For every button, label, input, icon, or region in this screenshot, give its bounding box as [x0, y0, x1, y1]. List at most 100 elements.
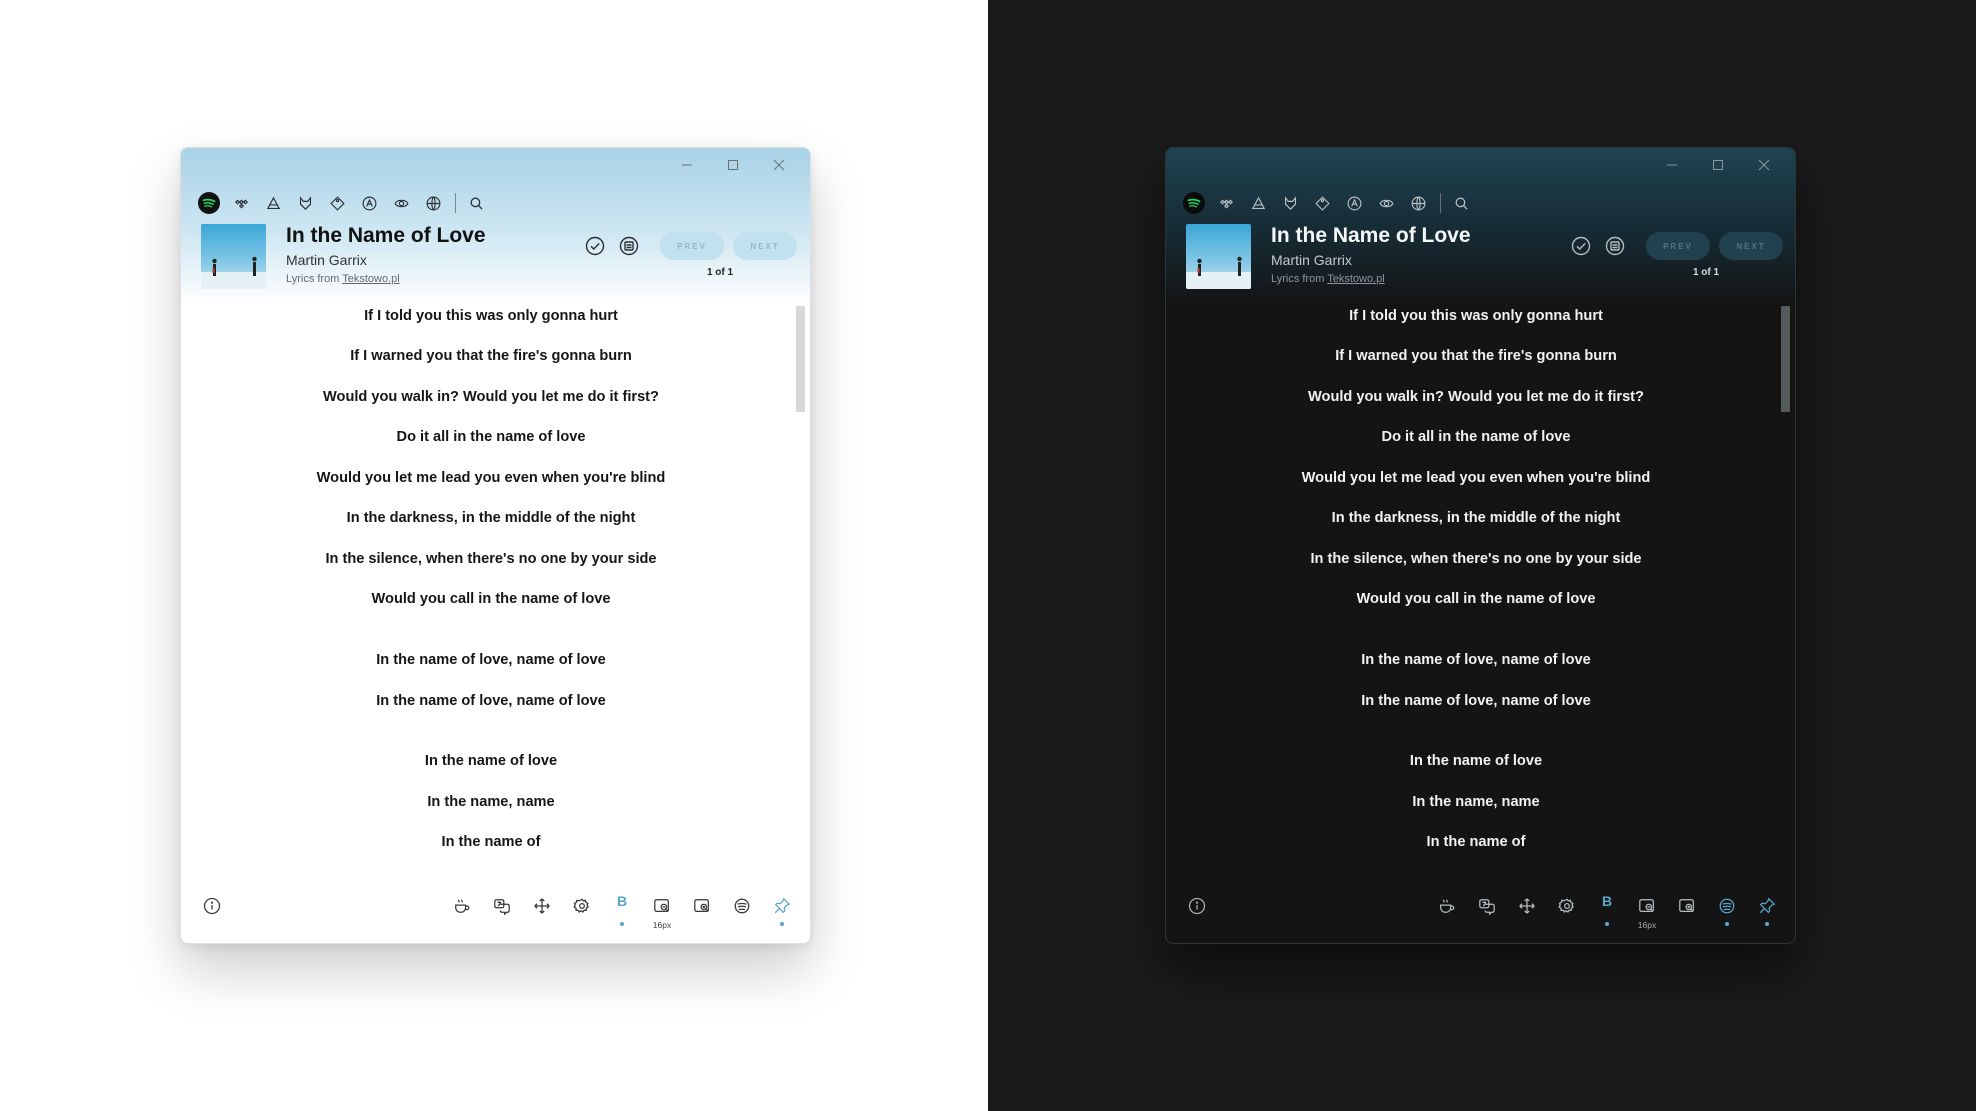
active-indicator [620, 922, 624, 926]
move-button[interactable] [1507, 893, 1547, 937]
triangle-source-icon[interactable] [259, 189, 287, 217]
check-icon[interactable] [1569, 234, 1593, 258]
theme-button[interactable] [722, 893, 762, 937]
zoom-out-icon [652, 896, 672, 916]
info-icon[interactable] [201, 895, 223, 917]
lyric-line: Do it all in the name of love [1381, 429, 1571, 445]
lyric-line: In the silence, when there's no one by y… [1310, 551, 1642, 567]
page-count: 1 of 1 [706, 267, 734, 278]
bold-toggle[interactable]: B [1587, 893, 1627, 937]
bold-label: B [1601, 893, 1613, 909]
fox-source-icon[interactable] [291, 189, 319, 217]
lyric-line: In the name of love [1409, 753, 1543, 769]
lyric-line: Would you let me lead you even when you'… [316, 470, 666, 486]
lyric-line: In the name of love, name of love [1361, 652, 1591, 668]
close-button[interactable] [1741, 154, 1787, 176]
pin-icon [1757, 896, 1777, 916]
fox-source-icon[interactable] [1276, 189, 1304, 217]
globe-source-icon[interactable] [1404, 189, 1432, 217]
search-icon[interactable] [462, 189, 490, 217]
palette-icon [732, 896, 752, 916]
lyric-line: If I told you this was only gonna hurt [1349, 308, 1603, 324]
translate-icon [492, 896, 512, 916]
lyrics-scrollbar[interactable] [1781, 306, 1790, 412]
next-button[interactable]: NEXT [1719, 232, 1783, 260]
lyric-line: In the name of love [424, 753, 558, 769]
lyrics-scrollbar[interactable] [796, 306, 805, 412]
album-cover [1186, 224, 1251, 289]
translate-icon [1477, 896, 1497, 916]
lyrics-source-link[interactable]: Tekstowo.pl [1327, 273, 1384, 285]
settings-button[interactable] [562, 893, 602, 937]
lyrics-source-bar [195, 189, 494, 217]
spotify-icon[interactable] [195, 189, 223, 217]
zoom-in-button[interactable] [1667, 893, 1707, 937]
lyrics-window: In the Name of Love Martin Garrix Lyrics… [180, 147, 811, 944]
prev-button[interactable]: PREV [1646, 232, 1710, 260]
theme-button[interactable] [1707, 893, 1747, 937]
pin-button[interactable] [762, 893, 802, 937]
move-icon [532, 896, 552, 916]
bold-toggle[interactable]: B [602, 893, 642, 937]
tag-source-icon[interactable] [1308, 189, 1336, 217]
active-indicator [1765, 922, 1769, 926]
translate-button[interactable] [482, 893, 522, 937]
circle-a-source-icon[interactable] [355, 189, 383, 217]
check-icon[interactable] [583, 234, 607, 258]
minimize-button[interactable] [1649, 154, 1695, 176]
light-theme-panel: In the Name of Love Martin Garrix Lyrics… [0, 0, 988, 1111]
spotify-icon[interactable] [1180, 189, 1208, 217]
coffee-button[interactable] [442, 893, 482, 937]
settings-button[interactable] [1547, 893, 1587, 937]
leaf-source-icon[interactable] [1372, 189, 1400, 217]
lyric-line: In the name, name [427, 794, 555, 810]
bold-label: B [616, 893, 628, 909]
prev-button[interactable]: PREV [660, 232, 724, 260]
coffee-button[interactable] [1427, 893, 1467, 937]
lyric-line: In the name of [1426, 834, 1526, 850]
save-icon[interactable] [1603, 234, 1627, 258]
lyrics-source-bar [1180, 189, 1479, 217]
lyric-line: Would you call in the name of love [1356, 591, 1596, 607]
lyric-line: If I told you this was only gonna hurt [364, 308, 618, 324]
zoom-out-button[interactable]: 16px [1627, 893, 1667, 937]
footer-toolbar: B 16px [1166, 888, 1795, 943]
lyrics-source: Lyrics from Tekstowo.pl [286, 273, 400, 285]
header-actions: PREV NEXT [1569, 232, 1783, 260]
maximize-button[interactable] [710, 154, 756, 176]
coffee-icon [452, 896, 472, 916]
lyric-line: In the silence, when there's no one by y… [325, 551, 657, 567]
next-button[interactable]: NEXT [733, 232, 797, 260]
minimize-button[interactable] [664, 154, 710, 176]
zoom-in-button[interactable] [682, 893, 722, 937]
lyric-line: If I warned you that the fire's gonna bu… [1335, 348, 1617, 364]
move-button[interactable] [522, 893, 562, 937]
globe-source-icon[interactable] [419, 189, 447, 217]
pin-button[interactable] [1747, 893, 1787, 937]
track-artist: Martin Garrix [1271, 252, 1352, 268]
track-title: In the Name of Love [1271, 224, 1471, 247]
active-indicator [780, 922, 784, 926]
tidal-icon[interactable] [227, 189, 255, 217]
leaf-source-icon[interactable] [387, 189, 415, 217]
header-actions: PREV NEXT [583, 232, 797, 260]
tidal-icon[interactable] [1212, 189, 1240, 217]
translate-button[interactable] [1467, 893, 1507, 937]
circle-a-source-icon[interactable] [1340, 189, 1368, 217]
lyric-line: Would you walk in? Would you let me do i… [323, 389, 659, 405]
move-icon [1517, 896, 1537, 916]
close-button[interactable] [756, 154, 802, 176]
search-icon[interactable] [1447, 189, 1475, 217]
info-icon[interactable] [1186, 895, 1208, 917]
zoom-out-button[interactable]: 16px [642, 893, 682, 937]
lyrics-source-prefix: Lyrics from [286, 273, 340, 285]
maximize-button[interactable] [1695, 154, 1741, 176]
active-indicator [1605, 922, 1609, 926]
pin-icon [772, 896, 792, 916]
track-artist: Martin Garrix [286, 252, 367, 268]
save-icon[interactable] [617, 234, 641, 258]
font-size-value: 16px [1637, 920, 1657, 930]
lyrics-source-link[interactable]: Tekstowo.pl [342, 273, 399, 285]
tag-source-icon[interactable] [323, 189, 351, 217]
triangle-source-icon[interactable] [1244, 189, 1272, 217]
